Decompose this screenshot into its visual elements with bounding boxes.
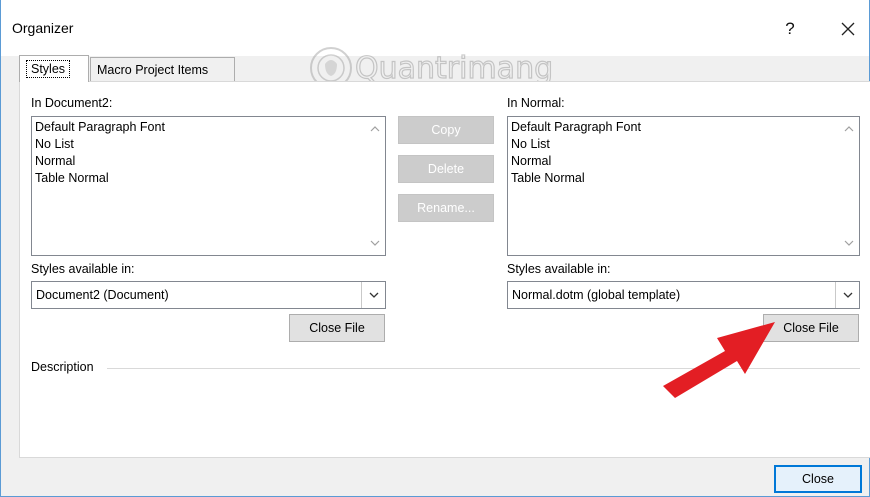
list-item[interactable]: No List: [511, 136, 641, 153]
left-styles-list[interactable]: Default Paragraph Font No List Normal Ta…: [31, 116, 386, 256]
copy-button[interactable]: Copy: [398, 116, 494, 144]
list-item[interactable]: Normal: [511, 153, 641, 170]
left-available-select[interactable]: Document2 (Document): [31, 281, 386, 309]
scroll-down-icon[interactable]: [843, 237, 855, 249]
red-arrow-annotation: [663, 322, 775, 398]
scroll-up-icon[interactable]: [843, 123, 855, 135]
organizer-dialog: Organizer ? Quantrimang Styles Macro Pro…: [0, 0, 870, 497]
left-available-label: Styles available in:: [31, 262, 135, 276]
list-item[interactable]: Table Normal: [35, 170, 165, 187]
close-window-button[interactable]: [830, 12, 866, 46]
chevron-down-icon: [843, 292, 852, 298]
left-available-value: Document2 (Document): [36, 288, 169, 302]
left-close-file-button[interactable]: Close File: [289, 314, 385, 342]
right-available-select[interactable]: Normal.dotm (global template): [507, 281, 860, 309]
right-available-label: Styles available in:: [507, 262, 611, 276]
chevron-down-icon: [369, 292, 378, 298]
tab-macro-label: Macro Project Items: [97, 62, 209, 77]
description-label: Description: [31, 360, 94, 374]
right-styles-list[interactable]: Default Paragraph Font No List Normal Ta…: [507, 116, 860, 256]
close-icon: [841, 22, 855, 36]
in-normal-label: In Normal:: [507, 96, 565, 110]
tab-macro-project-items[interactable]: Macro Project Items: [90, 57, 235, 81]
list-item[interactable]: Normal: [35, 153, 165, 170]
list-item[interactable]: Table Normal: [511, 170, 641, 187]
title-bar: Organizer ?: [1, 0, 869, 56]
list-item[interactable]: Default Paragraph Font: [35, 119, 165, 136]
scroll-up-icon[interactable]: [369, 123, 381, 135]
list-item[interactable]: Default Paragraph Font: [511, 119, 641, 136]
window-title: Organizer: [12, 20, 74, 36]
close-button[interactable]: Close: [774, 465, 862, 493]
list-item[interactable]: No List: [35, 136, 165, 153]
help-button[interactable]: ?: [772, 12, 808, 46]
right-available-value: Normal.dotm (global template): [512, 288, 681, 302]
scroll-down-icon[interactable]: [369, 237, 381, 249]
tab-styles[interactable]: Styles: [19, 55, 89, 82]
rename-button[interactable]: Rename...: [398, 194, 494, 222]
tab-styles-label: Styles: [26, 60, 71, 78]
right-dropdown-button[interactable]: [835, 282, 859, 308]
in-document-label: In Document2:: [31, 96, 113, 110]
delete-button[interactable]: Delete: [398, 155, 494, 183]
left-dropdown-button[interactable]: [361, 282, 385, 308]
